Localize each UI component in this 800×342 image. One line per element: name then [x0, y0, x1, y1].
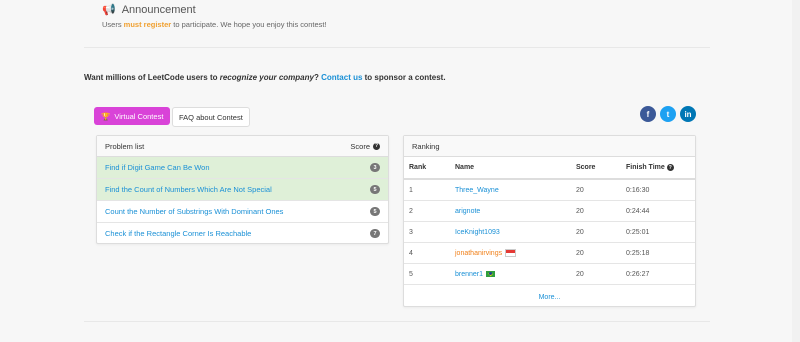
sponsor-emphasis: recognize your company	[219, 73, 314, 82]
faq-button[interactable]: FAQ about Contest	[172, 107, 250, 127]
announce-part: to participate. We hope you enjoy this c…	[171, 20, 327, 29]
name-cell: IceKnight1093	[450, 221, 571, 243]
user-link[interactable]: IceKnight1093	[455, 229, 500, 236]
score-badge: 5	[370, 207, 380, 216]
finish-time-label: Finish Time	[626, 163, 665, 171]
name-cell: Three_Wayne	[450, 179, 571, 201]
rank-cell: 3	[404, 221, 450, 243]
problem-list-card: Problem list Score ? Find if Digit Game …	[96, 135, 389, 244]
problem-title[interactable]: Check if the Rectangle Corner Is Reachab…	[105, 229, 251, 238]
ranking-head-row: Rank Name Score Finish Time ?	[404, 157, 695, 180]
name-cell: jonathanirvings	[450, 242, 571, 264]
virtual-contest-label: Virtual Contest	[114, 111, 164, 121]
user-link[interactable]: jonathanirvings	[455, 250, 502, 257]
col-finish-time: Finish Time ?	[621, 157, 695, 180]
ranking-header: Ranking	[404, 136, 695, 157]
score-badge: 3	[370, 163, 380, 172]
problem-title[interactable]: Count the Number of Substrings With Domi…	[105, 207, 283, 216]
score-cell: 20	[571, 242, 621, 264]
divider	[84, 47, 710, 48]
time-cell: 0:25:18	[621, 242, 695, 264]
facebook-icon[interactable]: f	[640, 106, 656, 122]
problem-row[interactable]: Find if Digit Game Can Be Won 3	[97, 157, 388, 179]
problem-list-title: Problem list	[105, 141, 145, 151]
megaphone-icon: 📢	[102, 4, 116, 16]
score-header-label: Score	[350, 141, 370, 151]
table-row: 2 arignote 20 0:24:44	[404, 200, 695, 222]
sponsor-text: Want millions of LeetCode users to recog…	[84, 73, 446, 82]
user-link[interactable]: arignote	[455, 208, 480, 215]
help-icon[interactable]: ?	[373, 142, 380, 150]
score-header: Score ?	[350, 142, 380, 151]
virtual-contest-button[interactable]: 🏆 Virtual Contest	[94, 107, 171, 125]
col-name: Name	[450, 157, 571, 180]
problem-title[interactable]: Find the Count of Numbers Which Are Not …	[105, 185, 272, 194]
scrollbar[interactable]	[792, 0, 800, 342]
time-cell: 0:24:44	[621, 200, 695, 222]
score-cell: 20	[571, 263, 621, 285]
announcement-title: 📢 Announcement	[102, 3, 196, 17]
rank-cell: 2	[404, 200, 450, 222]
problem-row[interactable]: Count the Number of Substrings With Domi…	[97, 201, 388, 223]
problem-row[interactable]: Check if the Rectangle Corner Is Reachab…	[97, 223, 388, 244]
linkedin-icon[interactable]: in	[680, 106, 696, 122]
time-cell: 0:16:30	[621, 179, 695, 201]
user-link[interactable]: brenner1	[455, 271, 483, 278]
problem-list-header: Problem list Score ?	[97, 136, 388, 157]
table-row: 5 brenner1 20 0:26:27	[404, 263, 695, 285]
trophy-icon: 🏆	[101, 111, 111, 121]
name-cell: brenner1	[450, 263, 571, 285]
problem-row[interactable]: Find the Count of Numbers Which Are Not …	[97, 179, 388, 201]
contact-us-link[interactable]: Contact us	[321, 73, 362, 82]
linkedin-glyph: in	[684, 109, 692, 119]
problem-title[interactable]: Find if Digit Game Can Be Won	[105, 163, 210, 172]
sponsor-part: ?	[313, 73, 322, 82]
col-rank: Rank	[404, 157, 450, 180]
rank-cell: 5	[404, 263, 450, 285]
score-badge: 7	[370, 229, 380, 238]
twitter-icon[interactable]: t	[660, 106, 676, 122]
table-row: 4 jonathanirvings 20 0:25:18	[404, 242, 695, 264]
ranking-card: Ranking Rank Name Score Finish Time ? 1 …	[403, 135, 696, 307]
ranking-table: Rank Name Score Finish Time ? 1 Three_Wa…	[404, 157, 695, 285]
more-link[interactable]: More...	[404, 285, 695, 301]
announce-part: Users	[102, 20, 124, 29]
twitter-glyph: t	[666, 109, 670, 119]
divider	[84, 321, 710, 322]
announcement-text: Users must register to participate. We h…	[102, 20, 327, 29]
score-cell: 20	[571, 179, 621, 201]
table-row: 1 Three_Wayne 20 0:16:30	[404, 179, 695, 201]
ranking-title: Ranking	[412, 141, 440, 151]
contest-page: 📢 Announcement Users must register to pa…	[74, 0, 720, 342]
time-cell: 0:26:27	[621, 263, 695, 285]
score-cell: 20	[571, 200, 621, 222]
brazil-flag-icon	[486, 270, 496, 277]
must-register-text: must register	[123, 20, 172, 29]
score-cell: 20	[571, 221, 621, 243]
name-cell: arignote	[450, 200, 571, 222]
faq-label: FAQ about Contest	[179, 112, 243, 122]
singapore-flag-icon	[505, 249, 517, 257]
user-link[interactable]: Three_Wayne	[455, 187, 499, 194]
table-row: 3 IceKnight1093 20 0:25:01	[404, 221, 695, 243]
score-badge: 5	[370, 185, 380, 194]
col-score: Score	[571, 157, 621, 180]
announcement-title-text: Announcement	[121, 3, 196, 16]
facebook-glyph: f	[646, 109, 650, 119]
help-icon[interactable]: ?	[666, 164, 674, 172]
rank-cell: 4	[404, 242, 450, 264]
rank-cell: 1	[404, 179, 450, 201]
sponsor-part: Want millions of LeetCode users to	[84, 73, 220, 82]
sponsor-part: to sponsor a contest.	[362, 73, 446, 82]
time-cell: 0:25:01	[621, 221, 695, 243]
